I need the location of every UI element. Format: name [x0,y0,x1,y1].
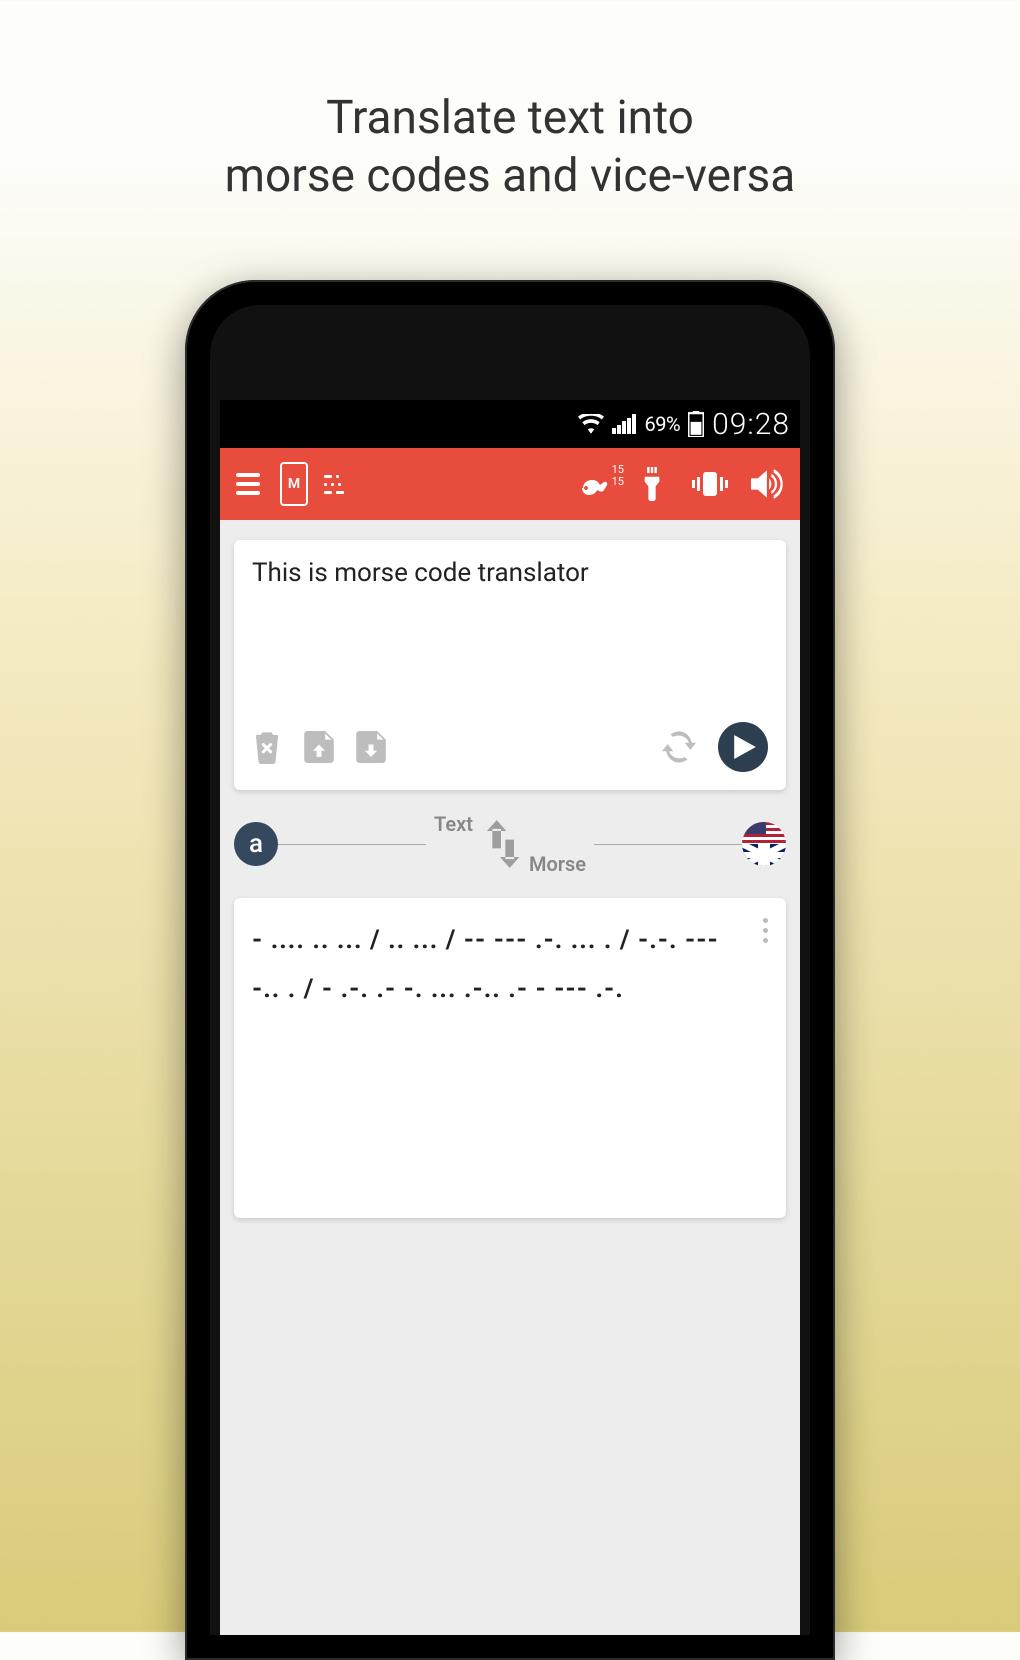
input-toolbar [252,710,768,772]
app-logo-letter: M [288,476,300,492]
morse-output-card: - .... .. ... / .. ... / -- --- .-. ... … [234,898,786,1218]
battery-percentage: 69% [644,412,680,436]
phone-inner: 69% 09:28 M [210,305,810,1635]
more-options-button[interactable] [757,912,774,949]
case-toggle-button[interactable]: a [234,822,278,866]
speed-values: 15 15 [612,464,624,488]
wifi-icon [578,414,604,434]
flashlight-button[interactable] [630,462,674,506]
sound-button[interactable] [746,462,790,506]
promo-line-1: Translate text into [0,90,1020,148]
flag-uk-icon [742,844,786,866]
speed-button[interactable]: 15 15 [572,462,616,506]
content-area: This is morse code translator [220,520,800,1238]
save-button[interactable] [356,731,386,763]
vibrate-button[interactable] [688,462,732,506]
swap-bar: a Text Morse [234,814,786,874]
swap-direction-button[interactable]: Text Morse [426,818,594,870]
signal-icon [612,414,636,434]
refresh-button[interactable] [662,730,696,764]
app-bar: M 15 15 [220,448,800,520]
text-input-card: This is morse code translator [234,540,786,790]
menu-button[interactable] [230,467,266,501]
status-bar: 69% 09:28 [220,400,800,448]
load-button[interactable] [304,731,334,763]
swap-label-text: Text [434,812,473,836]
flag-us-icon [742,822,786,844]
battery-icon [688,411,704,437]
morse-output[interactable]: - .... .. ... / .. ... / -- --- .-. ... … [252,916,768,1015]
delete-button[interactable] [252,730,282,764]
play-button[interactable] [718,722,768,772]
app-logo-morse-icon [324,475,344,494]
phone-frame: 69% 09:28 M [185,280,835,1660]
screen: 69% 09:28 M [220,400,800,1635]
promo-line-2: morse codes and vice-versa [0,148,1020,206]
case-toggle-label: a [249,829,263,859]
text-input[interactable]: This is morse code translator [252,558,768,710]
app-logo-icon: M [280,462,308,506]
swap-arrows-icon [479,818,523,870]
status-time: 09:28 [712,407,790,442]
promo-heading: Translate text into morse codes and vice… [0,0,1020,205]
language-button[interactable] [742,822,786,866]
swap-label-morse: Morse [529,852,586,876]
speed-bottom: 15 [612,476,624,488]
